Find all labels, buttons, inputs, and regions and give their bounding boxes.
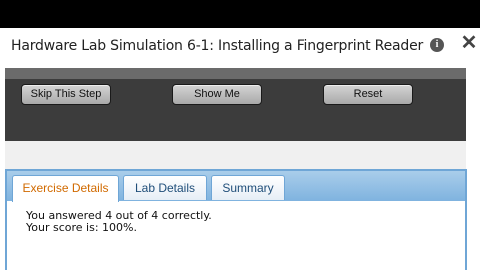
exercise-results: You answered 4 out of 4 correctly. Your … [26, 210, 212, 234]
result-line-score: Your score is: 100%. [26, 221, 137, 234]
reset-button[interactable]: Reset [323, 84, 413, 105]
show-me-button[interactable]: Show Me [172, 84, 262, 105]
tab-bar: Exercise Details Lab Details Summary [7, 171, 465, 202]
info-icon[interactable]: i [430, 38, 444, 52]
close-icon[interactable]: ✕ [460, 33, 478, 53]
tab-exercise-details[interactable]: Exercise Details [12, 175, 119, 202]
skip-step-button[interactable]: Skip This Step [21, 84, 111, 105]
dialog-title: Hardware Lab Simulation 6-1: Installing … [11, 38, 424, 54]
simulation-dialog: Hardware Lab Simulation 6-1: Installing … [0, 28, 480, 270]
top-strip [5, 68, 466, 79]
tab-lab-details[interactable]: Lab Details [123, 175, 207, 200]
tab-summary[interactable]: Summary [211, 175, 285, 200]
